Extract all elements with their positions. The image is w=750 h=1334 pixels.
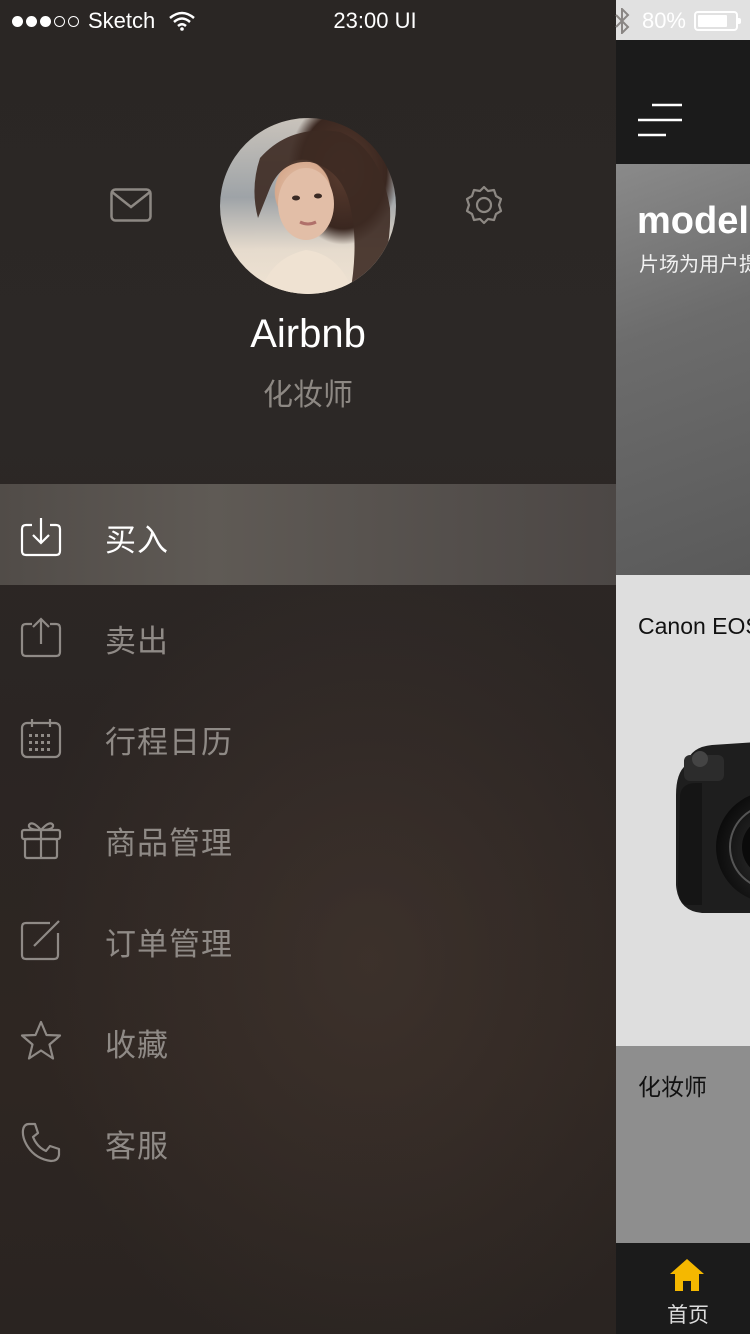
battery-percent: 80% — [641, 8, 686, 33]
product-card[interactable]: Canon EOS — [616, 575, 750, 1046]
menu-icon[interactable] — [638, 102, 682, 138]
product-title: Canon EOS — [638, 613, 750, 639]
menu-item-calendar[interactable]: 行程日历 — [0, 686, 616, 787]
camera-image — [676, 742, 750, 913]
side-drawer: Airbnb 化妆师 买入 卖出 行程日历 商品管理 订单管理 收藏 客服 — [0, 0, 616, 1334]
menu-item-support[interactable]: 客服 — [0, 1090, 616, 1191]
edit-icon — [20, 920, 60, 961]
menu-item-label: 卖出 — [105, 624, 169, 660]
menu-item-buy[interactable]: 买入 — [0, 484, 616, 585]
avatar[interactable] — [220, 118, 396, 294]
gear-icon[interactable] — [464, 185, 504, 225]
phone-icon — [21, 1122, 61, 1163]
tab-home-label: 首页 — [667, 1303, 709, 1327]
hero-banner[interactable]: model 片场为用户提 — [616, 164, 750, 575]
battery-level — [698, 15, 727, 27]
download-icon — [20, 518, 62, 557]
nav-bar — [616, 40, 750, 164]
upload-icon — [20, 617, 62, 658]
profile-name: Airbnb — [250, 312, 366, 356]
menu-item-orders[interactable]: 订单管理 — [0, 888, 616, 989]
gift-icon — [20, 822, 62, 860]
tab-bar: 首页 — [616, 1243, 750, 1334]
bluetooth-icon — [615, 8, 630, 34]
menu-item-label: 客服 — [105, 1129, 169, 1165]
menu-item-label: 买入 — [105, 523, 169, 559]
menu-item-label: 订单管理 — [105, 927, 233, 963]
profile-role: 化妆师 — [263, 378, 353, 413]
menu-item-favorites[interactable]: 收藏 — [0, 989, 616, 1090]
main-content: model 片场为用户提 Canon EOS 化妆师 首页 — [616, 0, 750, 1334]
status-bar: Sketch 23:00 UI 80% — [0, 0, 750, 40]
mail-icon[interactable] — [110, 188, 152, 222]
star-icon — [20, 1020, 62, 1060]
category-title: 化妆师 — [638, 1075, 707, 1101]
home-icon — [670, 1259, 704, 1291]
menu-item-label: 行程日历 — [105, 725, 233, 761]
drawer-menu: 买入 卖出 行程日历 商品管理 订单管理 收藏 客服 — [0, 484, 616, 1191]
menu-item-label: 收藏 — [105, 1028, 169, 1064]
hero-subtitle: 片场为用户提 — [639, 252, 750, 276]
profile-header: Airbnb 化妆师 — [0, 40, 616, 484]
battery-icon — [694, 11, 741, 31]
calendar-icon — [20, 719, 62, 759]
category-card[interactable]: 化妆师 — [616, 1046, 750, 1243]
menu-item-label: 商品管理 — [105, 826, 233, 862]
menu-item-sell[interactable]: 卖出 — [0, 585, 616, 686]
avatar-image — [254, 130, 391, 294]
menu-item-products[interactable]: 商品管理 — [0, 787, 616, 888]
hero-title: model — [637, 200, 749, 242]
